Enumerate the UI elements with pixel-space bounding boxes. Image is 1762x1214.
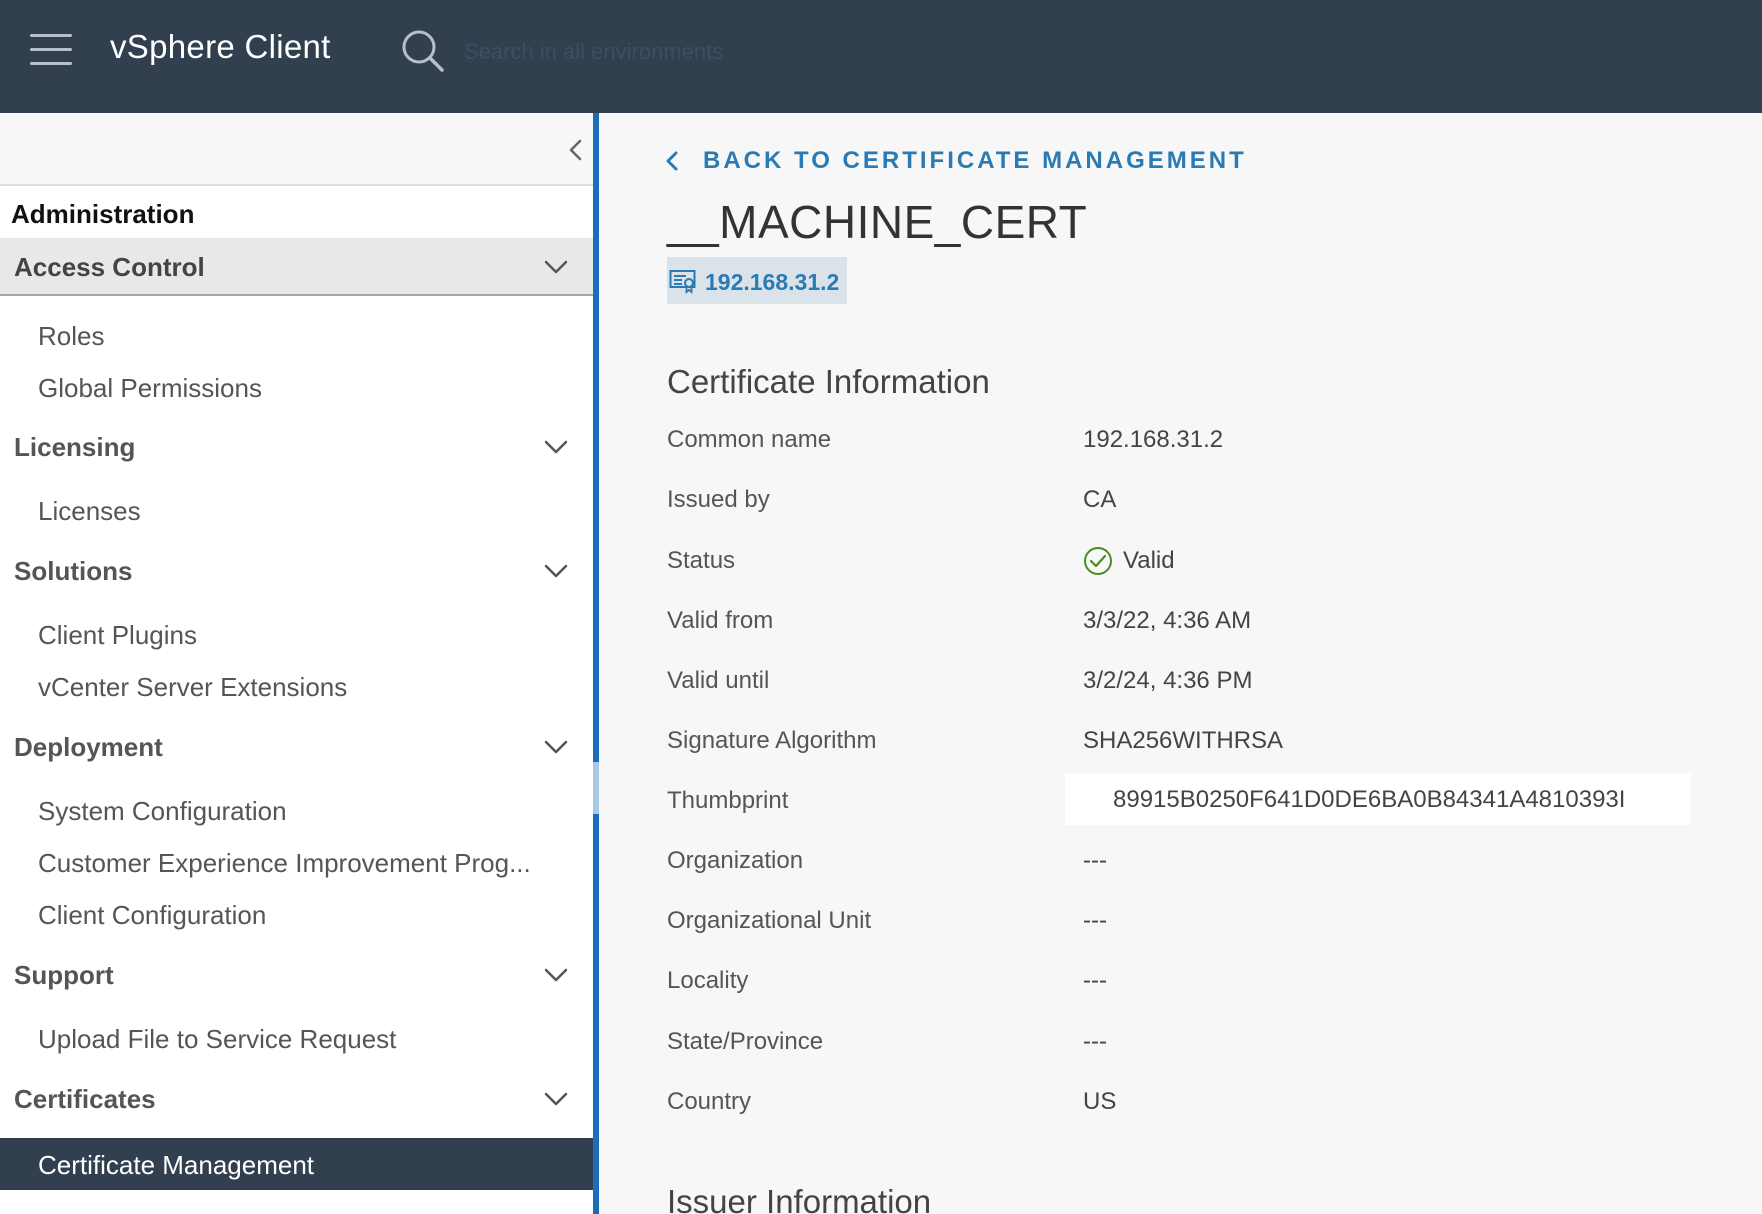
field-value-organizational-unit: ---	[1083, 907, 1107, 934]
thumbprint-overflow-mask	[1653, 773, 1691, 825]
sidebar-section-deployment[interactable]: Deployment	[0, 718, 593, 776]
sidebar-item-client-plugins[interactable]: Client Plugins	[0, 610, 593, 658]
sidebar-item-label: Roles	[38, 321, 105, 351]
host-link[interactable]: 192.168.31.2	[667, 257, 847, 304]
sidebar-item-label: Global Permissions	[38, 373, 262, 403]
chevron-down-icon	[544, 564, 568, 578]
chevron-down-icon	[544, 440, 568, 454]
sidebar-section-solutions[interactable]: Solutions	[0, 542, 593, 600]
sidebar-item-certificate-management[interactable]: Certificate Management	[0, 1138, 593, 1190]
valid-check-icon	[1084, 547, 1112, 575]
sidebar-section-certificates[interactable]: Certificates	[0, 1070, 593, 1128]
field-label-issued-by: Issued by	[667, 486, 770, 513]
sidebar-section-label: Deployment	[14, 732, 163, 762]
sidebar-item-vcenter-server-extensions[interactable]: vCenter Server Extensions	[0, 662, 593, 710]
sidebar-item-licenses[interactable]: Licenses	[0, 486, 593, 534]
certificate-host-icon	[669, 270, 696, 294]
sidebar-section-label: Licensing	[14, 432, 136, 462]
field-value-status: Valid	[1123, 547, 1175, 574]
back-link-label: BACK TO CERTIFICATE MANAGEMENT	[703, 147, 1247, 174]
sidebar-section-label: Certificates	[14, 1084, 156, 1114]
sidebar-section-support[interactable]: Support	[0, 946, 593, 1004]
sidebar-item-roles[interactable]: Roles	[0, 311, 593, 359]
field-value-valid-until: 3/2/24, 4:36 PM	[1083, 667, 1253, 694]
field-label-valid-until: Valid until	[667, 667, 770, 694]
page-title: __MACHINE_CERT	[667, 196, 1088, 248]
chevron-down-icon	[544, 1092, 568, 1106]
field-label-organizational-unit: Organizational Unit	[667, 907, 872, 934]
chevron-down-icon	[544, 260, 568, 274]
sidebar-item-label: Customer Experience Improvement Prog...	[38, 848, 531, 878]
sidebar-section-label: Access Control	[14, 252, 205, 282]
field-value-common-name: 192.168.31.2	[1083, 426, 1224, 453]
issuer-information-title: Issuer Information	[667, 1183, 932, 1214]
chevron-down-icon	[544, 968, 568, 982]
sidebar-section-access-control[interactable]: Access Control	[0, 238, 593, 296]
top-header: vSphere Client	[0, 0, 1762, 113]
field-value-signature-algorithm: SHA256WITHRSA	[1083, 727, 1284, 754]
app-title: vSphere Client	[110, 28, 331, 65]
sidebar-item-system-configuration[interactable]: System Configuration	[0, 786, 593, 834]
certificate-information-title: Certificate Information	[667, 363, 990, 400]
thumbprint-field[interactable]: 89915B0250F641D0DE6BA0B84341A4810393I	[1065, 773, 1691, 825]
field-label-common-name: Common name	[667, 426, 832, 453]
field-value-organization: ---	[1083, 847, 1107, 874]
field-value-valid-from: 3/3/22, 4:36 AM	[1083, 607, 1252, 634]
sidebar-item-label: Client Plugins	[38, 620, 197, 650]
chevron-down-icon	[544, 740, 568, 754]
sidebar-item-global-permissions[interactable]: Global Permissions	[0, 363, 593, 411]
sidebar-item-client-configuration[interactable]: Client Configuration	[0, 890, 593, 938]
sidebar-item-customer-experience[interactable]: Customer Experience Improvement Prog...	[0, 838, 593, 886]
sidebar-item-label: Upload File to Service Request	[38, 1024, 397, 1054]
search-input[interactable]	[464, 34, 844, 70]
sidebar-item-label: vCenter Server Extensions	[38, 672, 348, 702]
sidebar-nav: Administration Access Control Roles Glob…	[0, 113, 593, 1214]
host-label: 192.168.31.2	[705, 269, 840, 295]
field-value-state-province: ---	[1083, 1028, 1107, 1055]
chevron-left-icon	[666, 151, 678, 171]
field-label-state-province: State/Province	[667, 1028, 824, 1055]
sidebar-item-label: Client Configuration	[38, 900, 267, 930]
field-value-country: US	[1083, 1088, 1117, 1115]
main-content: BACK TO CERTIFICATE MANAGEMENT __MACHINE…	[599, 113, 1762, 1214]
collapse-sidebar-icon[interactable]	[562, 133, 590, 167]
hamburger-menu-icon[interactable]	[30, 34, 72, 66]
sidebar-item-label: System Configuration	[38, 796, 287, 826]
search-icon[interactable]	[400, 28, 446, 74]
field-value-thumbprint: 89915B0250F641D0DE6BA0B84341A4810393I	[1113, 786, 1626, 813]
sidebar-toolbar	[0, 113, 593, 186]
field-label-locality: Locality	[667, 967, 749, 994]
sidebar-section-label: Support	[14, 960, 114, 990]
sidebar-section-label: Solutions	[14, 556, 133, 586]
field-label-country: Country	[667, 1088, 752, 1115]
sidebar-item-upload-file[interactable]: Upload File to Service Request	[0, 1014, 593, 1062]
field-label-thumbprint: Thumbprint	[667, 787, 789, 814]
sidebar-section-licensing[interactable]: Licensing	[0, 418, 593, 476]
sidebar-title: Administration	[11, 199, 195, 229]
sidebar-item-label: Certificate Management	[38, 1150, 315, 1180]
field-label-valid-from: Valid from	[667, 607, 774, 634]
sidebar-item-label: Licenses	[38, 496, 141, 526]
field-label-status: Status	[667, 547, 736, 574]
field-label-signature-algorithm: Signature Algorithm	[667, 727, 877, 754]
field-value-issued-by: CA	[1083, 486, 1117, 513]
field-label-organization: Organization	[667, 847, 804, 874]
field-value-locality: ---	[1083, 967, 1107, 994]
